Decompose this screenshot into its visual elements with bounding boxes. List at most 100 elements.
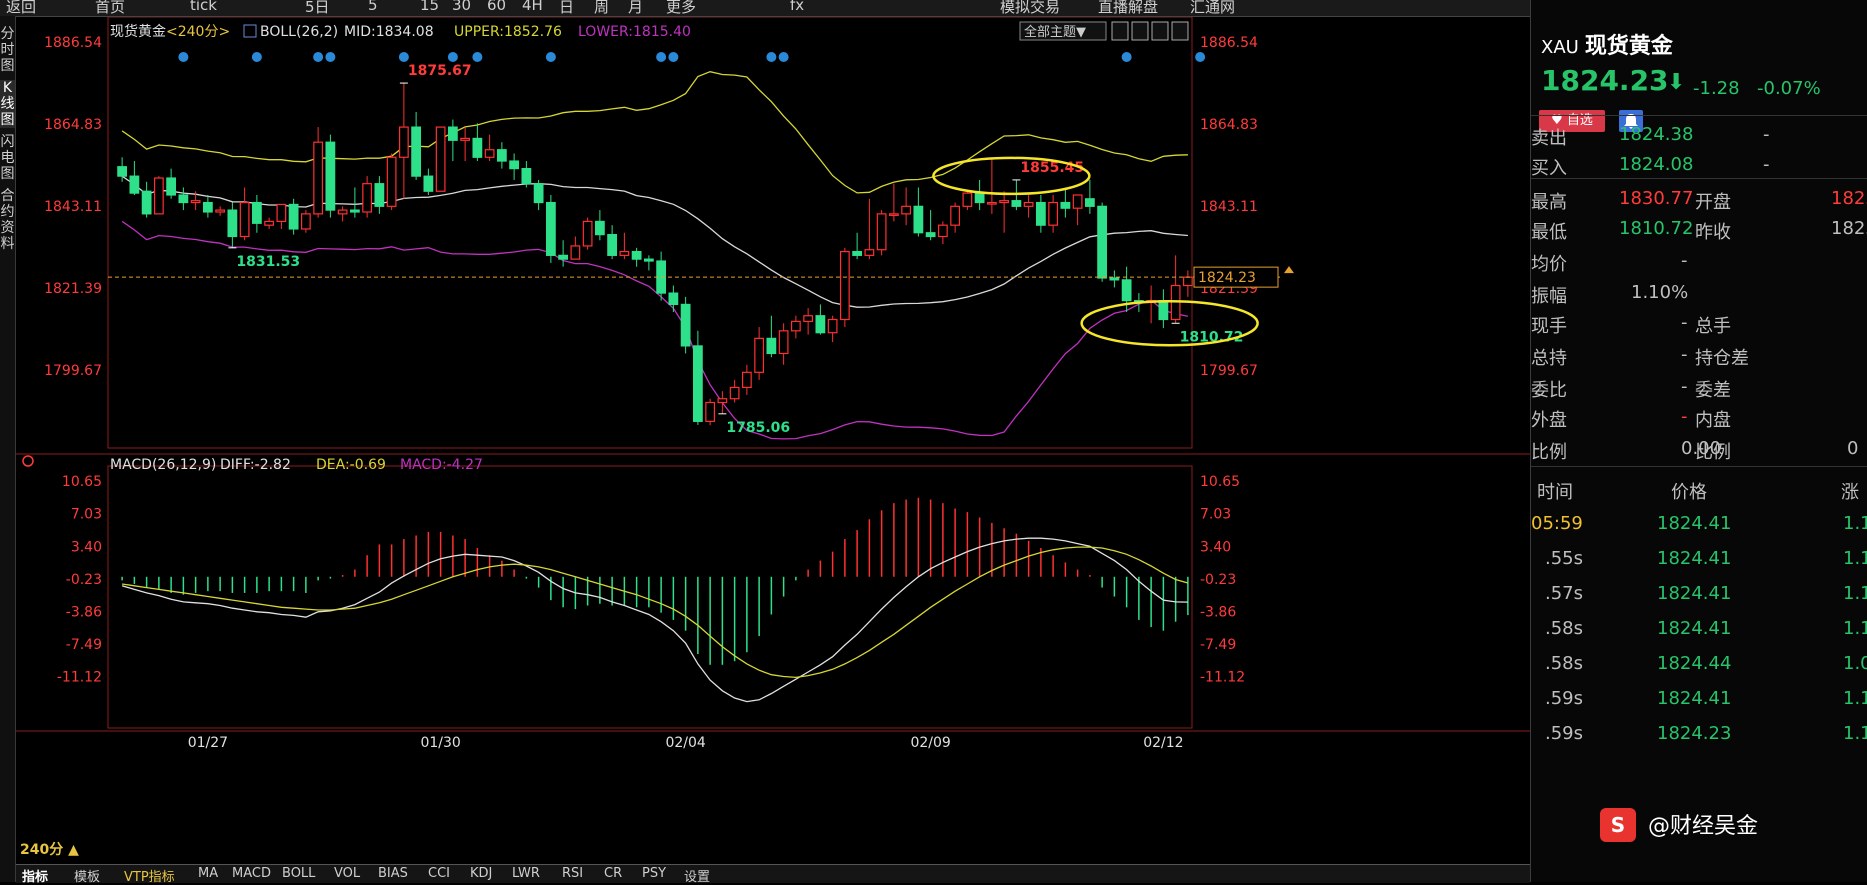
toolbar-item-12[interactable]: 更多 [666, 0, 696, 16]
macd-legend-dea: DEA:-0.69 [316, 457, 386, 473]
quote-label: 振幅 [1531, 286, 1567, 307]
candle-58 [827, 315, 838, 343]
quote-row-2: 最高 1830.77开盘 1825 [1531, 184, 1867, 214]
candle-76 [1048, 195, 1059, 233]
candle-body [558, 254, 569, 260]
trade-price: 1824.41 [1657, 583, 1732, 604]
indicator-tab-1[interactable]: 模板 [74, 866, 100, 885]
toolbar-item-11[interactable]: 月 [628, 0, 643, 16]
toolbar-item-0[interactable]: 返回 [6, 0, 36, 16]
toolbar-item-2[interactable]: tick [190, 0, 217, 14]
indicator-tab-14[interactable]: 设置 [684, 866, 710, 885]
candle-body [202, 201, 213, 213]
quote-value-2: 1825 [1831, 188, 1867, 209]
candle-body [668, 292, 679, 306]
left-nav-item-1[interactable]: K 线 图 [0, 80, 15, 128]
candle-body [999, 200, 1010, 204]
layout-toggle-icon-2[interactable] [1151, 21, 1169, 41]
trade-price: 1824.41 [1657, 688, 1732, 709]
candle-body [447, 126, 458, 141]
indicator-tab-0[interactable]: 指标 [22, 866, 48, 885]
toolbar-item-6[interactable]: 30 [452, 0, 471, 14]
signal-dot-0 [178, 52, 189, 62]
indicator-tab-3[interactable]: MA [198, 866, 218, 881]
signal-dot-2 [313, 52, 324, 62]
period-selector[interactable]: 240分 ▲ [20, 839, 79, 859]
toolbar-item-4[interactable]: 5 [368, 0, 378, 14]
quote-value: - [1681, 250, 1688, 271]
candle-42 [631, 247, 642, 267]
toolbar-item-7[interactable]: 60 [487, 0, 506, 14]
toolbar-item-3[interactable]: 5日 [305, 0, 330, 16]
candle-36 [558, 240, 569, 267]
indicator-tab-8[interactable]: CCI [428, 866, 450, 881]
candle-body [129, 175, 140, 194]
candle-body [901, 205, 912, 215]
candle-10 [239, 187, 250, 241]
candle-44 [656, 251, 667, 301]
trade-price: 1824.44 [1657, 653, 1732, 674]
macd-axis-right-3: -0.23 [1200, 572, 1236, 588]
toolbar-item-10[interactable]: 周 [594, 0, 609, 16]
candle-34 [533, 179, 544, 211]
candle-body [545, 201, 556, 256]
indicator-tab-5[interactable]: BOLL [282, 866, 315, 881]
indicator-tab-11[interactable]: RSI [562, 866, 583, 881]
candle-body [300, 213, 311, 230]
signal-dot-5 [447, 52, 458, 62]
candle-51 [741, 364, 752, 395]
toolbar-item-13[interactable]: fx [790, 0, 804, 14]
toolbar-item-14[interactable]: 模拟交易 [1000, 0, 1060, 16]
chart-area[interactable]: 1886.54 1886.54 1864.83 1864.83 1843.11 1843.… [16, 17, 1530, 882]
toolbar-item-8[interactable]: 4H [522, 0, 543, 14]
quote-value: 1.10% [1631, 282, 1689, 303]
indicator-tab-10[interactable]: LWR [512, 866, 540, 881]
candle-28 [460, 127, 471, 162]
symbol-name: 现货黄金 [1584, 34, 1673, 59]
candle-body [460, 137, 471, 141]
left-nav-item-0[interactable]: 分 时 图 [0, 26, 15, 74]
indicator-tab-7[interactable]: BIAS [378, 866, 408, 881]
candle-body [1072, 194, 1083, 209]
candle-19 [349, 187, 360, 218]
left-nav-item-3[interactable]: 合 约 资 料 [0, 188, 15, 252]
left-nav-item-2[interactable]: 闪 电 图 [0, 134, 15, 182]
candle-35 [545, 195, 556, 263]
layout-toggle-icon-1[interactable] [1131, 21, 1149, 41]
indicator-tab-2[interactable]: VTP指标 [124, 866, 175, 885]
quote-value: - [1681, 344, 1688, 365]
signal-dot-11 [778, 52, 789, 62]
indicator-tab-13[interactable]: PSY [642, 866, 666, 881]
trades-header-cell: 时间 [1537, 482, 1573, 503]
macd-settings-icon[interactable] [22, 455, 34, 467]
candle-81 [1109, 270, 1120, 288]
indicator-tab-12[interactable]: CR [604, 866, 622, 881]
kline-chart[interactable]: 1886.54 1886.54 1864.83 1864.83 1843.11 1843.… [16, 17, 1530, 864]
candle-3 [153, 176, 164, 215]
toolbar-item-15[interactable]: 直播解盘 [1098, 0, 1158, 16]
indicator-tab-9[interactable]: KDJ [470, 866, 492, 881]
trade-change: 1.1 [1843, 583, 1867, 604]
trade-price: 1824.41 [1657, 513, 1732, 534]
candle-body [178, 194, 189, 204]
indicator-tab-6[interactable]: VOL [334, 866, 360, 881]
extreme-label-0: 1875.67 [408, 63, 472, 79]
toolbar-item-1[interactable]: 首页 [95, 0, 125, 16]
toolbar-item-5[interactable]: 15 [420, 0, 439, 14]
candle-body [313, 141, 324, 215]
candle-body [1011, 200, 1022, 207]
layout-toggle-icon-3[interactable] [1171, 21, 1189, 41]
indicator-tab-4[interactable]: MACD [232, 866, 271, 881]
price-axis-left-3: 1821.39 [44, 281, 102, 297]
candle-86 [1170, 255, 1181, 324]
trade-price: 1824.41 [1657, 548, 1732, 569]
candle-body [852, 250, 863, 256]
toolbar-item-16[interactable]: 汇通网 [1190, 0, 1235, 16]
candle-65 [913, 187, 924, 237]
candle-body [790, 320, 801, 332]
toolbar-item-9[interactable]: 日 [559, 0, 574, 16]
candle-body [141, 190, 152, 215]
candle-9 [227, 202, 238, 248]
candle-1 [129, 161, 140, 195]
layout-toggle-icon-0[interactable] [1111, 21, 1129, 41]
